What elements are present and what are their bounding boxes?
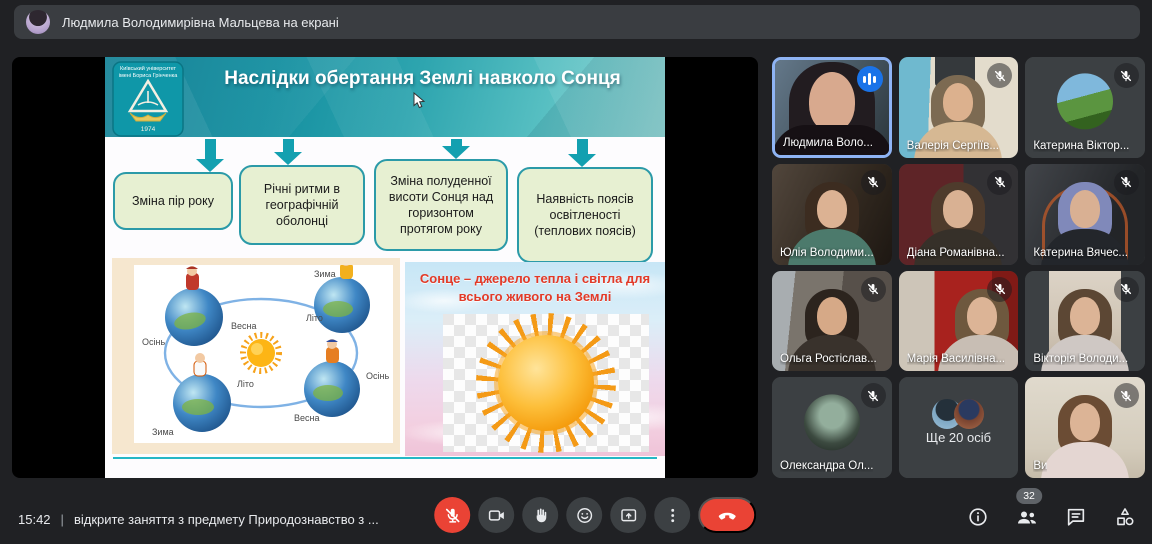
- hangup-icon: [716, 504, 738, 526]
- concept-box-1: Зміна пір року: [113, 172, 233, 230]
- present-screen-icon: [619, 506, 638, 525]
- participant-grid: Людмила Воло... Валерія Сергіїв... Катер…: [772, 57, 1145, 478]
- mic-muted-icon: [861, 383, 886, 408]
- activities-button[interactable]: [1112, 504, 1138, 530]
- more-vert-icon: [663, 506, 682, 525]
- participant-tile[interactable]: Ольга Ростіслав...: [772, 271, 892, 372]
- concept-box-3: Зміна полуденної висоти Сонця над горизо…: [374, 159, 508, 251]
- speaking-indicator-icon: [857, 66, 883, 92]
- mic-toggle-button[interactable]: [434, 497, 470, 533]
- participant-tile[interactable]: Марія Василівна...: [899, 271, 1019, 372]
- info-icon: [967, 506, 989, 528]
- down-arrow-icon: [196, 139, 224, 172]
- sun-caption: Сонце – джерело тепла і світла для всьог…: [411, 270, 659, 305]
- meeting-title: відкрите заняття з предмету Природознавс…: [74, 512, 379, 527]
- down-arrow-icon: [274, 139, 302, 165]
- presenter-avatar: [26, 10, 50, 34]
- mic-muted-icon: [1114, 277, 1139, 302]
- more-options-button[interactable]: [654, 497, 690, 533]
- presentation-slide: Наслідки обертання Землі навколо Сонця К…: [105, 57, 665, 478]
- camera-toggle-button[interactable]: [478, 497, 514, 533]
- mouse-cursor: [413, 92, 426, 114]
- meeting-panels: 32: [965, 504, 1138, 530]
- overflow-participants-tile[interactable]: Ще 20 осіб: [899, 377, 1019, 478]
- mic-muted-icon: [1114, 63, 1139, 88]
- participant-tile[interactable]: Людмила Воло...: [772, 57, 892, 158]
- chat-panel-button[interactable]: [1063, 504, 1089, 530]
- svg-text:Осінь: Осінь: [142, 337, 165, 347]
- mic-muted-icon: [861, 170, 886, 195]
- slide-footer-line: [113, 457, 657, 459]
- participant-tile[interactable]: Діана Романівна...: [899, 164, 1019, 265]
- smiley-icon: [575, 506, 594, 525]
- seasons-diagram: Весна Осінь Зима Літо Літо Зима Осінь Ве…: [112, 258, 400, 454]
- raised-hand-icon: [531, 506, 550, 525]
- presenter-name: Людмила Володимирівна Мальцева на екрані: [62, 15, 339, 30]
- avatar: [1057, 74, 1113, 130]
- participant-tile[interactable]: Олександра Ол...: [772, 377, 892, 478]
- leave-call-button[interactable]: [698, 497, 756, 533]
- reactions-button[interactable]: [566, 497, 602, 533]
- participant-tile[interactable]: Катерина Вячес...: [1025, 164, 1145, 265]
- people-panel-button[interactable]: 32: [1014, 504, 1040, 530]
- down-arrow-icon: [568, 139, 596, 167]
- svg-text:Літо: Літо: [237, 379, 254, 389]
- svg-text:Літо: Літо: [306, 313, 323, 323]
- svg-text:Весна: Весна: [231, 321, 256, 331]
- sun-image: [443, 314, 649, 452]
- svg-text:Київський університет: Київський університет: [120, 65, 177, 72]
- svg-text:імені Бориса Грінченка: імені Бориса Грінченка: [119, 73, 178, 79]
- down-arrow-icon: [442, 139, 470, 159]
- divider: |: [61, 512, 64, 527]
- mic-off-icon: [443, 506, 462, 525]
- mic-muted-icon: [861, 277, 886, 302]
- present-screen-button[interactable]: [610, 497, 646, 533]
- screen-share-region: Наслідки обертання Землі навколо Сонця К…: [12, 57, 758, 478]
- mic-muted-icon: [987, 170, 1012, 195]
- participant-tile[interactable]: Валерія Сергіїв...: [899, 57, 1019, 158]
- participant-tile[interactable]: Юлія Володими...: [772, 164, 892, 265]
- svg-text:Зима: Зима: [314, 269, 336, 279]
- meeting-details-button[interactable]: [965, 504, 991, 530]
- university-logo: Київський університет імені Бориса Грінч…: [112, 61, 184, 142]
- people-icon: [1015, 505, 1039, 529]
- concept-box-4: Наявність поясів освітленості (теплових …: [517, 167, 653, 263]
- presenting-banner: Людмила Володимирівна Мальцева на екрані: [14, 5, 1140, 39]
- more-people-label: Ще 20 осіб: [899, 430, 1019, 445]
- camera-icon: [487, 506, 506, 525]
- participant-tile[interactable]: Катерина Віктор...: [1025, 57, 1145, 158]
- mic-muted-icon: [1114, 170, 1139, 195]
- avatar: [804, 394, 860, 450]
- svg-text:Зима: Зима: [152, 427, 174, 437]
- chat-icon: [1065, 506, 1087, 528]
- clock-time: 15:42: [18, 512, 51, 527]
- slide-title: Наслідки обертання Землі навколо Сонця: [190, 65, 655, 93]
- mic-muted-icon: [987, 277, 1012, 302]
- svg-text:1974: 1974: [141, 126, 156, 133]
- svg-text:Осінь: Осінь: [366, 371, 389, 381]
- participant-count-badge: 32: [1016, 488, 1042, 504]
- sun-slide: Сонце – джерело тепла і світла для всьог…: [405, 262, 665, 456]
- call-controls: [434, 497, 756, 533]
- svg-text:Весна: Весна: [294, 413, 319, 423]
- activities-icon: [1114, 506, 1136, 528]
- concept-box-2: Річні ритми в географічній оболонці: [239, 165, 365, 245]
- meeting-info: 15:42 | відкрите заняття з предмету Прир…: [18, 512, 379, 527]
- stacked-avatars: [899, 399, 1019, 429]
- raise-hand-button[interactable]: [522, 497, 558, 533]
- self-view-tile[interactable]: Ви: [1025, 377, 1145, 478]
- participant-tile[interactable]: Вікторія Володи...: [1025, 271, 1145, 372]
